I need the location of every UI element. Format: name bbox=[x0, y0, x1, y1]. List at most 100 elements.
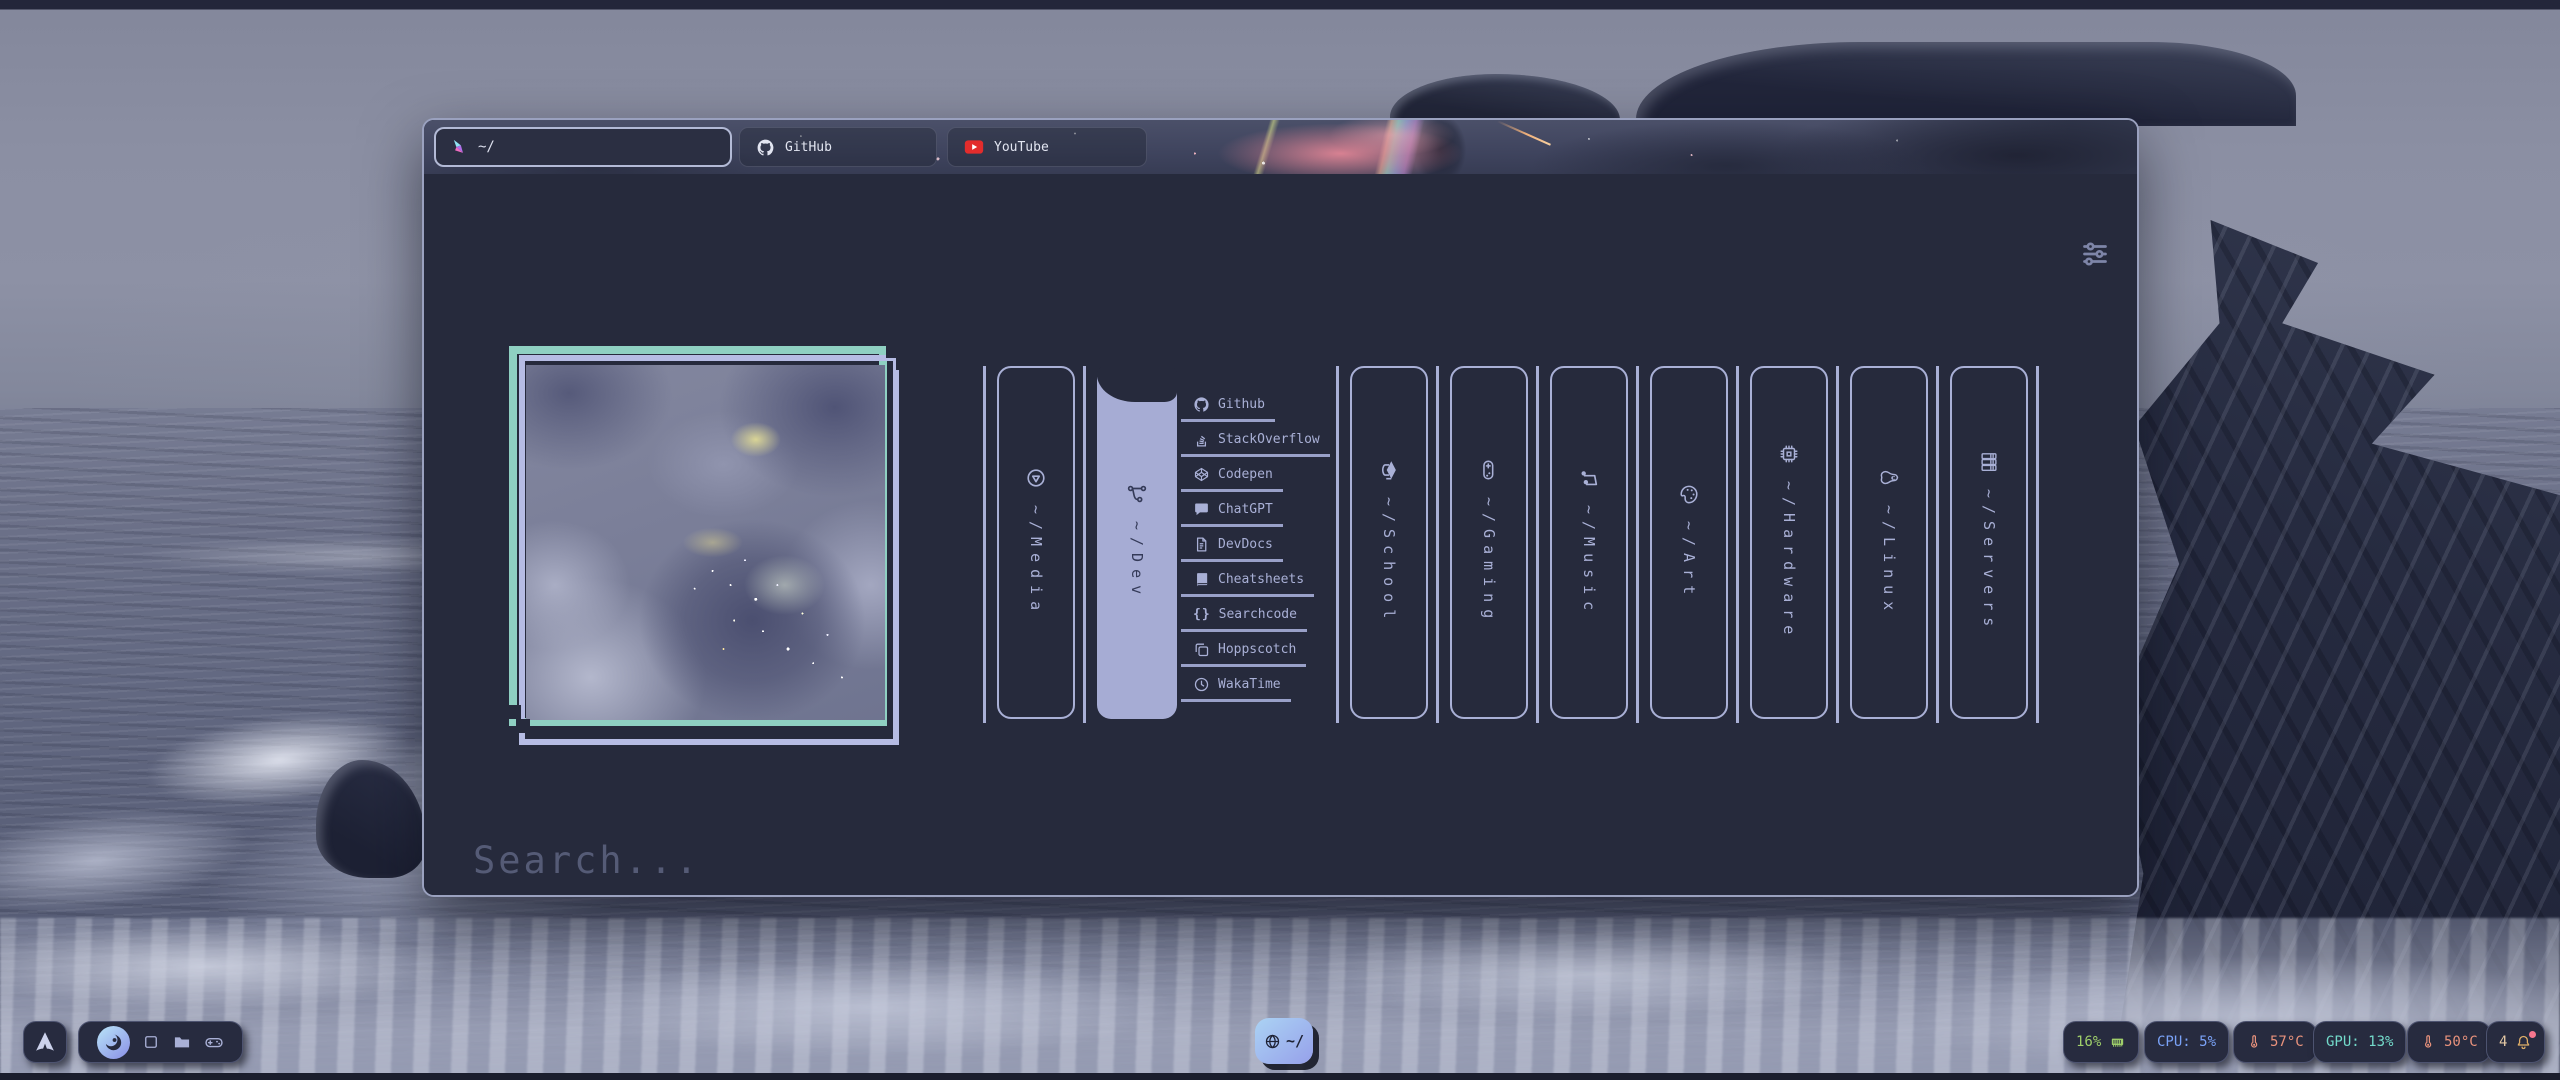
frame-handle bbox=[507, 705, 521, 719]
link-devdocs[interactable]: DevDocs bbox=[1181, 530, 1283, 562]
book-label: ~/Music bbox=[1580, 505, 1598, 617]
book-label: ~/Art bbox=[1680, 521, 1698, 601]
dock-games[interactable] bbox=[204, 1032, 224, 1052]
banner-shooting-star bbox=[1497, 120, 1551, 145]
gamepad-icon bbox=[1478, 459, 1500, 481]
gamepad-icon bbox=[204, 1032, 224, 1052]
git-branch-icon bbox=[1126, 483, 1148, 505]
dock-firefox[interactable] bbox=[97, 1026, 130, 1059]
dock bbox=[78, 1021, 243, 1063]
link-wakatime[interactable]: WakaTime bbox=[1181, 670, 1291, 702]
book-servers[interactable]: ~/Servers bbox=[1950, 366, 2028, 719]
book-icon bbox=[1193, 571, 1210, 588]
firefox-icon bbox=[103, 1032, 124, 1053]
chat-bubble-icon bbox=[1193, 501, 1210, 518]
frame-handle bbox=[516, 719, 530, 733]
github-icon bbox=[756, 138, 775, 157]
startpage: ~/Media ~/Dev Gith bbox=[424, 174, 2137, 895]
browser-window: ~/ GitHub YouTube bbox=[422, 118, 2139, 897]
page-line bbox=[1636, 366, 1639, 723]
music-note-icon bbox=[1578, 467, 1600, 489]
book-media[interactable]: ~/Media bbox=[997, 366, 1075, 719]
book-label: ~/Linux bbox=[1880, 505, 1898, 617]
dock-files[interactable] bbox=[172, 1032, 192, 1052]
bookshelf: ~/Media ~/Dev Gith bbox=[983, 366, 2050, 723]
wallpaper-edge bbox=[0, 1073, 2560, 1080]
dock-window[interactable] bbox=[142, 1033, 160, 1051]
link-cheatsheets[interactable]: Cheatsheets bbox=[1181, 565, 1314, 597]
page-line bbox=[1836, 366, 1839, 723]
browser-logo-icon bbox=[448, 137, 468, 157]
folder-icon bbox=[172, 1032, 192, 1052]
gpu-stat: GPU: 13% bbox=[2313, 1021, 2406, 1063]
wallpaper-rock bbox=[1636, 42, 2296, 126]
book-linux[interactable]: ~/Linux bbox=[1850, 366, 1928, 719]
link-searchcode[interactable]: {} Searchcode bbox=[1181, 600, 1307, 632]
book-music[interactable]: ~/Music bbox=[1550, 366, 1628, 719]
dev-links: Github StackOverflow Codepen bbox=[1181, 366, 1336, 723]
url-text: ~/ bbox=[478, 139, 495, 155]
sliders-icon[interactable] bbox=[2077, 236, 2113, 272]
link-chatgpt[interactable]: ChatGPT bbox=[1181, 495, 1283, 527]
cpu-stat: CPU: 5% bbox=[2144, 1021, 2229, 1063]
book-school[interactable]: ~/School bbox=[1350, 366, 1428, 719]
thermometer-icon bbox=[2420, 1034, 2436, 1050]
book-gaming[interactable]: ~/Gaming bbox=[1450, 366, 1528, 719]
stackoverflow-icon bbox=[1193, 431, 1210, 448]
tab-label: GitHub bbox=[785, 140, 832, 155]
book-label: ~/Dev bbox=[1128, 521, 1146, 601]
github-icon bbox=[1193, 396, 1210, 413]
active-window-label: ~/ bbox=[1286, 1032, 1304, 1050]
tab-youtube[interactable]: YouTube bbox=[947, 127, 1147, 167]
codepen-icon bbox=[1193, 466, 1210, 483]
book-hardware[interactable]: ~/Hardware bbox=[1750, 366, 1828, 719]
link-stackoverflow[interactable]: StackOverflow bbox=[1181, 425, 1330, 457]
graduation-cap-icon bbox=[1378, 459, 1400, 481]
document-icon bbox=[1193, 536, 1210, 553]
globe-icon bbox=[1264, 1033, 1281, 1050]
book-label: ~/School bbox=[1380, 497, 1398, 625]
page-line bbox=[1736, 366, 1739, 723]
book-dev[interactable]: ~/Dev bbox=[1097, 366, 1177, 719]
url-bar[interactable]: ~/ bbox=[434, 127, 732, 167]
page-line bbox=[983, 366, 986, 723]
gpu-temp-stat: 50°C bbox=[2407, 1021, 2491, 1063]
page-line bbox=[1336, 366, 1339, 723]
clock-icon bbox=[1193, 676, 1210, 693]
page-line bbox=[1536, 366, 1539, 723]
youtube-icon bbox=[964, 139, 984, 155]
link-codepen[interactable]: Codepen bbox=[1181, 460, 1283, 492]
artwork-frame bbox=[509, 342, 899, 745]
tab-label: YouTube bbox=[994, 140, 1049, 155]
frame-handle bbox=[896, 356, 910, 370]
media-icon bbox=[1025, 467, 1047, 489]
ram-icon bbox=[2109, 1034, 2126, 1051]
window-icon bbox=[142, 1033, 160, 1051]
book-label: ~/Gaming bbox=[1480, 497, 1498, 625]
cloud-painting bbox=[526, 365, 885, 720]
book-label: ~/Media bbox=[1027, 505, 1045, 617]
active-window-indicator[interactable]: ~/ bbox=[1255, 1018, 1313, 1064]
book-label: ~/Hardware bbox=[1780, 481, 1798, 641]
page-line bbox=[1436, 366, 1439, 723]
link-github[interactable]: Github bbox=[1181, 390, 1275, 422]
browser-topbar: ~/ GitHub YouTube bbox=[424, 120, 2137, 174]
arch-logo-icon bbox=[33, 1030, 57, 1054]
tux-icon bbox=[1878, 467, 1900, 489]
desktop: ~/ GitHub YouTube bbox=[0, 0, 2560, 1080]
notification-badge bbox=[2529, 1031, 2536, 1038]
launcher-button[interactable] bbox=[23, 1021, 67, 1063]
thermometer-icon bbox=[2246, 1034, 2262, 1050]
link-hoppscotch[interactable]: Hoppscotch bbox=[1181, 635, 1306, 667]
page-line bbox=[1083, 366, 1086, 723]
page-line bbox=[1936, 366, 1939, 723]
code-braces-icon: {} bbox=[1193, 607, 1211, 622]
page-line bbox=[2036, 366, 2039, 723]
tab-github[interactable]: GitHub bbox=[739, 127, 937, 167]
cpu-temp-stat: 57°C bbox=[2233, 1021, 2317, 1063]
search-input[interactable] bbox=[471, 834, 2054, 897]
book-art[interactable]: ~/Art bbox=[1650, 366, 1728, 719]
book-label: ~/Servers bbox=[1980, 489, 1998, 633]
server-rack-icon bbox=[1978, 451, 2000, 473]
notifications-button[interactable]: 4 bbox=[2486, 1021, 2545, 1063]
